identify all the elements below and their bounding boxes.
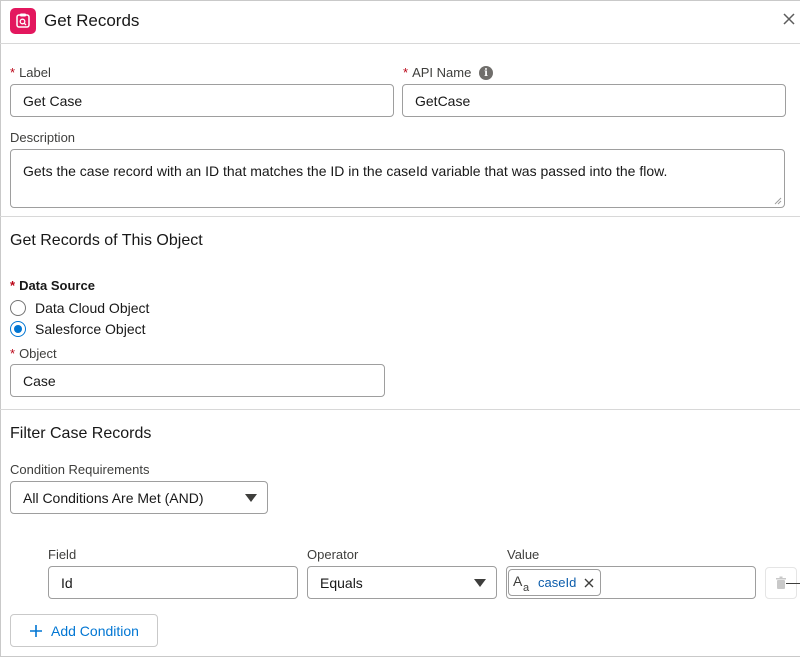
- radio-circle[interactable]: [10, 300, 26, 316]
- resize-handle-icon[interactable]: [774, 197, 782, 205]
- condition-field-value: Id: [61, 574, 73, 591]
- radio-label: Data Cloud Object: [35, 300, 150, 316]
- condition-field-input[interactable]: Id: [48, 566, 298, 599]
- panel-header: Get Records: [0, 0, 800, 44]
- field-column-header: Field: [48, 547, 77, 562]
- object-input-value: Case: [23, 372, 56, 389]
- object-field-label: * Object: [10, 346, 57, 361]
- object-label-text: Object: [19, 346, 57, 361]
- data-source-label: * Data Source: [10, 278, 95, 293]
- info-icon[interactable]: i: [479, 66, 493, 80]
- close-icon[interactable]: [782, 12, 800, 30]
- add-condition-label: Add Condition: [51, 622, 139, 639]
- api-name-field-label: * API Name: [403, 65, 472, 80]
- object-section-title: Get Records of This Object: [10, 232, 203, 249]
- condition-select-value: All Conditions Are Met (AND): [23, 489, 204, 506]
- get-records-icon: [10, 8, 36, 34]
- api-name-text: API Name: [412, 65, 472, 80]
- condition-requirements-select[interactable]: All Conditions Are Met (AND): [10, 481, 268, 514]
- value-column-header: Value: [507, 547, 540, 562]
- data-source-text: Data Source: [19, 278, 95, 293]
- svg-text:A: A: [513, 573, 523, 589]
- radio-data-cloud-object[interactable]: Data Cloud Object: [10, 300, 149, 316]
- section-divider: [0, 409, 800, 410]
- radio-circle-selected[interactable]: [10, 321, 26, 337]
- filter-section-title: Filter Case Records: [10, 425, 152, 442]
- remove-pill-icon[interactable]: [582, 576, 596, 590]
- connector-line: [786, 583, 800, 584]
- api-name-input[interactable]: GetCase: [402, 84, 786, 117]
- value-pill[interactable]: A a caseId: [508, 569, 602, 596]
- label-input-value: Get Case: [23, 92, 83, 109]
- text-variable-icon: A a: [513, 573, 530, 593]
- operator-column-header: Operator: [307, 547, 359, 562]
- svg-text:a: a: [523, 582, 530, 593]
- description-label: Description: [10, 130, 76, 145]
- condition-operator-value: Equals: [320, 574, 363, 591]
- panel-title: Get Records: [44, 11, 140, 30]
- section-divider: [0, 216, 800, 217]
- chevron-down-icon: [245, 494, 257, 502]
- add-condition-button[interactable]: Add Condition: [10, 614, 158, 647]
- label-text: Label: [19, 65, 51, 80]
- condition-requirements-label: Condition Requirements: [10, 462, 150, 477]
- label-field-label: * Label: [10, 65, 51, 80]
- description-value: Gets the case record with an ID that mat…: [23, 163, 668, 179]
- description-textarea[interactable]: Gets the case record with an ID that mat…: [10, 149, 785, 208]
- label-input[interactable]: Get Case: [10, 84, 394, 117]
- object-input[interactable]: Case: [10, 364, 385, 397]
- plus-icon: [30, 624, 42, 637]
- condition-operator-select[interactable]: Equals: [307, 566, 497, 599]
- value-pill-label: caseId: [538, 575, 577, 590]
- radio-label: Salesforce Object: [35, 321, 146, 337]
- api-name-input-value: GetCase: [415, 92, 471, 109]
- radio-salesforce-object[interactable]: Salesforce Object: [10, 321, 146, 337]
- chevron-down-icon: [474, 579, 486, 587]
